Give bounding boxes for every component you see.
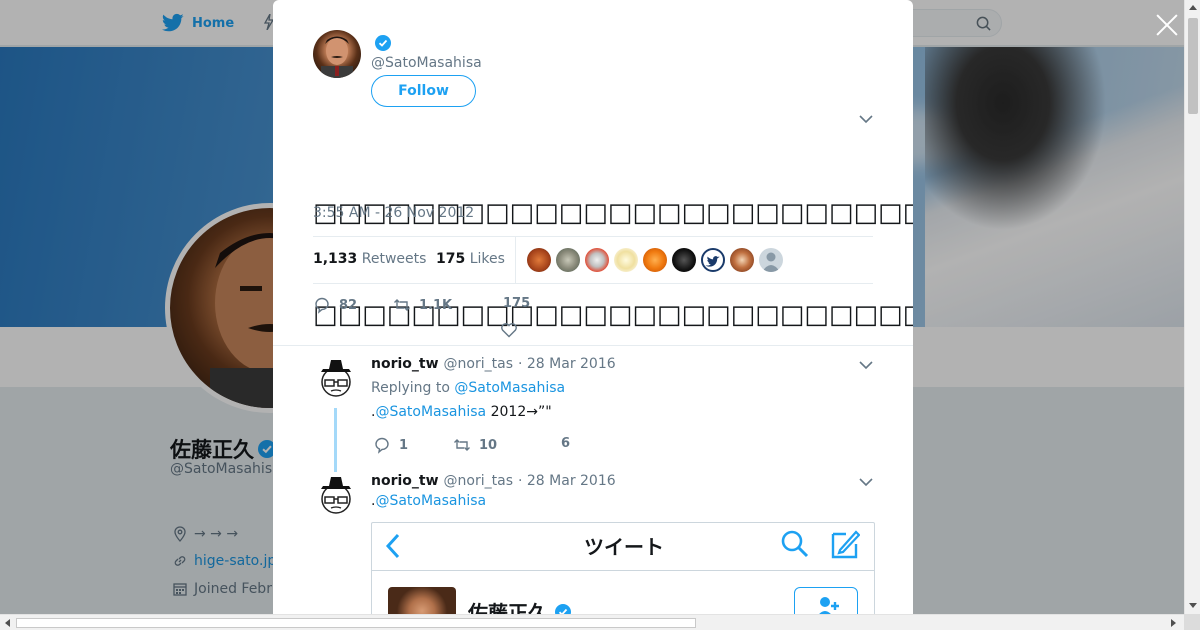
retweet-count: 1.1K <box>419 297 453 313</box>
likes-stat[interactable]: 175 Likes <box>436 251 505 267</box>
embedded-screenshot[interactable]: ツイート 佐藤正久 <box>371 522 875 614</box>
thread-line <box>334 408 337 472</box>
embedded-follow-button <box>794 587 858 614</box>
replies-separator <box>273 345 913 346</box>
scroll-left-arrow-icon[interactable] <box>3 618 11 628</box>
embedded-header: ツイート <box>372 523 874 571</box>
chevron-down-icon[interactable] <box>859 360 873 370</box>
reply-author-name[interactable]: norio_tw <box>371 356 439 372</box>
liker-avatar[interactable] <box>730 248 754 272</box>
vertical-scrollbar[interactable] <box>1184 0 1200 614</box>
retweet-icon <box>394 299 410 311</box>
reply-author-handle[interactable]: @nori_tas <box>444 356 513 372</box>
liker-avatar[interactable] <box>672 248 696 272</box>
compose-icon <box>831 530 860 559</box>
chevron-down-icon[interactable] <box>859 477 873 487</box>
reply-header: norio_tw @nori_tas · 28 Mar 2016 <box>371 356 616 372</box>
author-avatar-image <box>321 36 353 78</box>
reply-mention[interactable]: @SatoMasahisa <box>375 493 486 509</box>
author-handle[interactable]: @SatoMasahisa <box>371 55 482 71</box>
author-avatar[interactable] <box>313 30 361 78</box>
reply-retweet-action[interactable]: 10 <box>453 436 497 454</box>
reply-text: .@SatoMasahisa <box>371 493 487 509</box>
liker-avatar-default[interactable] <box>759 248 783 272</box>
likes-label: Likes <box>469 251 505 267</box>
reply-text: .@SatoMasahisa 2012→”" <box>371 404 552 420</box>
twitter-bird-icon <box>705 256 720 267</box>
replying-to: Replying to @SatoMasahisa <box>371 380 565 396</box>
stats-divider <box>515 237 516 283</box>
tweet-stats: 1,133 Retweets 175 Likes <box>313 236 873 284</box>
reply-mention[interactable]: @SatoMasahisa <box>375 404 486 420</box>
tweet-timestamp[interactable]: 3:55 AM - 26 Nov 2012 <box>313 205 474 221</box>
search-icon <box>781 530 809 558</box>
retweets-count: 1,133 <box>313 251 358 267</box>
liker-avatar[interactable] <box>643 248 667 272</box>
reply-reply-action[interactable]: 1 <box>373 436 408 454</box>
scroll-up-arrow-icon[interactable] <box>1188 3 1198 11</box>
vertical-scrollbar-thumb[interactable] <box>1188 18 1198 114</box>
liker-avatar[interactable] <box>527 248 551 272</box>
liker-avatar[interactable] <box>614 248 638 272</box>
follow-button[interactable]: Follow <box>371 75 476 107</box>
default-user-icon <box>762 252 780 272</box>
scroll-right-arrow-icon[interactable] <box>1170 618 1178 628</box>
replying-to-label: Replying to <box>371 380 450 396</box>
retweet-action[interactable]: 1.1K <box>393 296 452 314</box>
reply-icon <box>315 297 329 314</box>
scrollbar-corner <box>1184 614 1200 630</box>
likes-count: 175 <box>436 251 466 267</box>
reply-count: 82 <box>339 297 358 313</box>
like-count: 175 <box>503 296 531 311</box>
reply-avatar[interactable] <box>315 475 357 517</box>
retweets-label: Retweets <box>361 251 427 267</box>
embedded-name: 佐藤正久 <box>468 597 571 614</box>
reply-author-name[interactable]: norio_tw <box>371 473 439 489</box>
reply-author-handle[interactable]: @nori_tas <box>444 473 513 489</box>
like-action[interactable]: 175 <box>503 296 530 311</box>
tweet-modal: @SatoMasahisa Follow □□□□□□□□□□□□□□□□□□□… <box>273 0 913 614</box>
reply-date[interactable]: · 28 Mar 2016 <box>518 356 616 372</box>
retweets-stat[interactable]: 1,133 Retweets <box>313 251 426 267</box>
add-user-icon <box>819 597 839 614</box>
reply-action[interactable]: 82 <box>313 296 357 314</box>
replying-to-mention[interactable]: @SatoMasahisa <box>454 380 565 396</box>
reply-date[interactable]: · 28 Mar 2016 <box>518 473 616 489</box>
verified-badge-icon <box>554 604 571 614</box>
reply-avatar[interactable] <box>315 358 357 400</box>
reply-header: norio_tw @nori_tas · 28 Mar 2016 <box>371 473 616 489</box>
horizontal-scrollbar[interactable] <box>0 614 1184 630</box>
horizontal-scrollbar-thumb[interactable] <box>16 618 696 628</box>
retweet-icon <box>454 439 470 451</box>
scroll-down-arrow-icon[interactable] <box>1188 602 1198 610</box>
heart-icon[interactable] <box>500 321 518 339</box>
close-icon[interactable] <box>1154 12 1180 38</box>
liker-avatar[interactable] <box>585 248 609 272</box>
liker-avatar[interactable] <box>556 248 580 272</box>
embedded-avatar <box>388 587 456 614</box>
liker-avatar[interactable] <box>701 248 725 272</box>
reply-like-action[interactable]: 6 <box>561 436 570 451</box>
verified-badge-icon <box>375 35 391 51</box>
reply-icon <box>375 437 389 454</box>
chevron-down-icon[interactable] <box>859 114 873 124</box>
